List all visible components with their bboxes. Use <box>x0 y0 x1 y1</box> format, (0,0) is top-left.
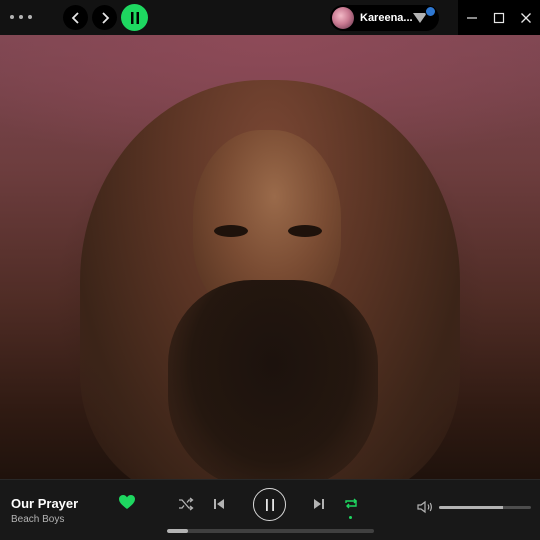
title-bar: Kareena... <box>0 0 540 35</box>
volume-icon[interactable] <box>416 500 434 514</box>
user-menu[interactable]: Kareena... <box>330 5 439 31</box>
repeat-icon[interactable] <box>343 496 359 512</box>
track-canvas-video <box>0 35 540 479</box>
canvas-eye-left <box>214 225 248 237</box>
notification-dot <box>425 6 436 17</box>
canvas-eye-right <box>288 225 322 237</box>
window-controls <box>458 0 540 35</box>
heart-icon[interactable] <box>118 494 136 510</box>
more-dots-icon[interactable] <box>10 9 32 25</box>
chevron-right-icon <box>101 11 109 24</box>
minimize-button[interactable] <box>458 0 485 35</box>
repeat-active-dot <box>349 516 352 519</box>
close-icon <box>520 12 531 23</box>
track-artist[interactable]: Beach Boys <box>11 514 64 525</box>
pause-bars-icon <box>130 11 139 24</box>
chevron-left-icon <box>71 11 79 24</box>
maximize-icon <box>493 12 504 23</box>
pause-icon <box>265 498 274 511</box>
player-bar: Our Prayer Beach Boys <box>0 479 540 540</box>
spotify-pause-button[interactable] <box>121 4 148 31</box>
forward-button[interactable] <box>92 5 117 30</box>
close-button[interactable] <box>512 0 539 35</box>
progress-bar[interactable] <box>167 529 374 533</box>
minimize-icon <box>466 16 477 19</box>
volume-fill <box>439 506 504 509</box>
shuffle-icon[interactable] <box>178 497 194 511</box>
pause-button[interactable] <box>253 488 286 521</box>
back-button[interactable] <box>63 5 88 30</box>
maximize-button[interactable] <box>485 0 512 35</box>
previous-icon[interactable] <box>212 497 226 511</box>
volume-slider[interactable] <box>439 506 531 509</box>
next-icon[interactable] <box>312 497 326 511</box>
user-name: Kareena... <box>360 12 412 24</box>
progress-fill <box>167 529 188 533</box>
avatar <box>332 7 354 29</box>
canvas-beard-shape <box>168 280 378 479</box>
track-title[interactable]: Our Prayer <box>11 496 78 511</box>
